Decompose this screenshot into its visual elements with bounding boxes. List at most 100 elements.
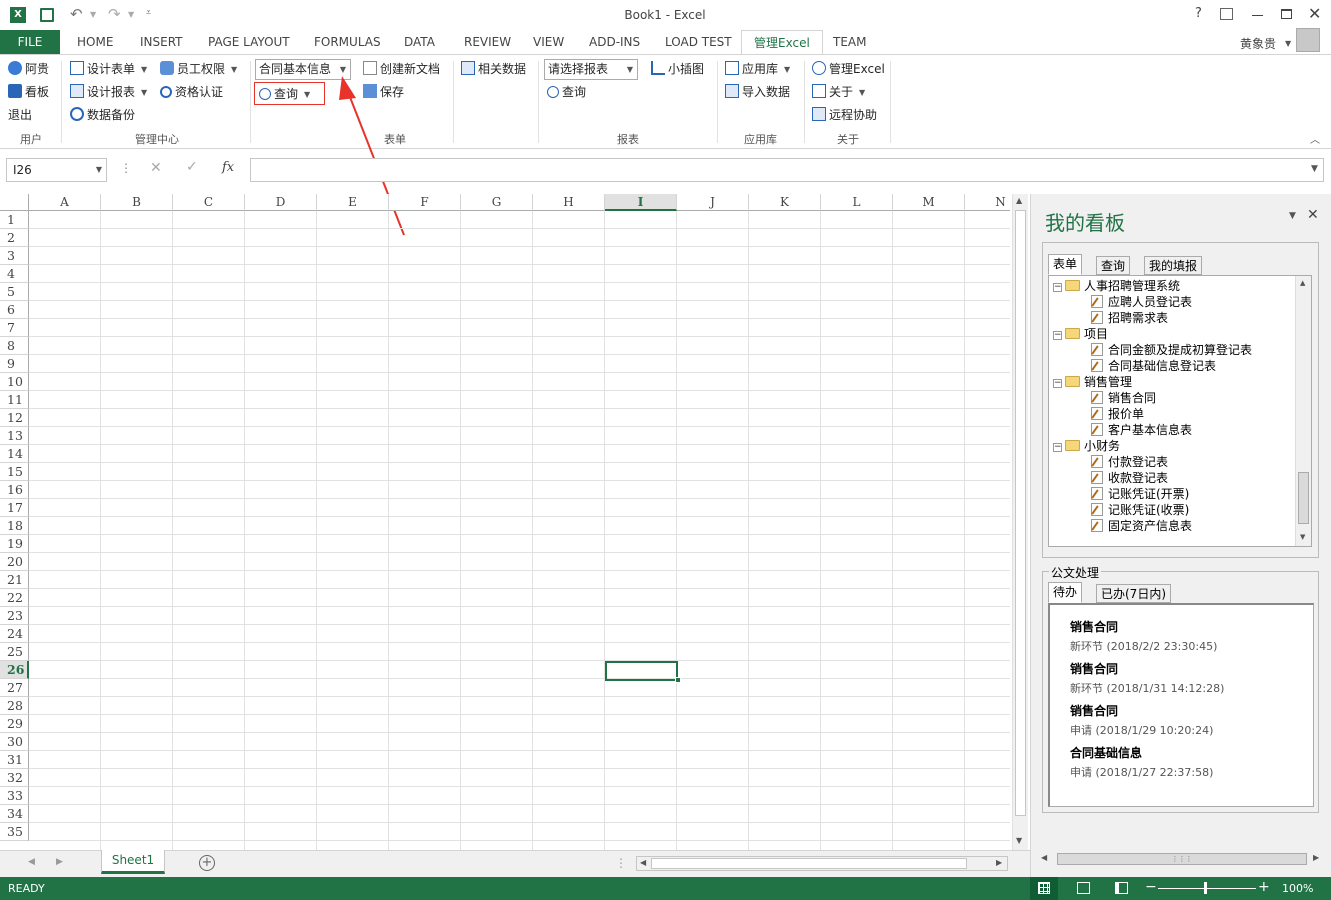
- column-header[interactable]: B: [101, 194, 173, 211]
- row-header[interactable]: 18: [0, 517, 29, 535]
- column-header[interactable]: F: [389, 194, 461, 211]
- row-header[interactable]: 33: [0, 787, 29, 805]
- active-cell[interactable]: [605, 661, 678, 681]
- tree-folder[interactable]: − 项目: [1053, 326, 1108, 342]
- pane-horizontal-scrollbar[interactable]: ◀ ⋮⋮⋮ ▶: [1041, 852, 1323, 866]
- todo-title[interactable]: 合同基础信息: [1070, 744, 1142, 761]
- avatar[interactable]: [1296, 28, 1320, 52]
- row-header[interactable]: 13: [0, 427, 29, 445]
- tab-file[interactable]: FILE: [0, 30, 60, 54]
- column-header[interactable]: J: [677, 194, 749, 211]
- query-button-highlight[interactable]: 查询 ▼: [254, 82, 325, 105]
- tab-insert[interactable]: INSERT: [140, 30, 183, 54]
- save-icon[interactable]: [40, 8, 54, 22]
- customize-toolbar-icon[interactable]: ⩡: [146, 8, 151, 18]
- user-dropdown-icon[interactable]: ▼: [1285, 39, 1291, 48]
- minimize-button[interactable]: [1252, 15, 1263, 16]
- scroll-up-icon[interactable]: ▲: [1300, 279, 1305, 287]
- scroll-down-icon[interactable]: ▼: [1016, 836, 1022, 845]
- tree-item[interactable]: 报价单: [1091, 406, 1144, 422]
- scroll-left-icon[interactable]: ◀: [1041, 853, 1047, 862]
- form-query-button[interactable]: 查询 ▼: [259, 84, 310, 104]
- tab-manage-excel[interactable]: 管理Excel: [741, 30, 823, 55]
- ribbon-display-icon[interactable]: [1220, 8, 1233, 20]
- tree-folder[interactable]: − 小财务: [1053, 438, 1120, 454]
- related-data-button[interactable]: 相关数据: [461, 59, 526, 79]
- about-button[interactable]: 关于 ▼: [812, 82, 865, 102]
- tab-team[interactable]: TEAM: [833, 30, 866, 54]
- page-break-view-icon[interactable]: [1115, 882, 1128, 894]
- column-header[interactable]: L: [821, 194, 893, 211]
- column-header[interactable]: E: [317, 194, 389, 211]
- insert-function-button[interactable]: fx: [222, 160, 234, 175]
- zoom-slider[interactable]: [1158, 888, 1256, 889]
- app-library-button[interactable]: 应用库 ▼: [725, 59, 790, 79]
- row-header[interactable]: 34: [0, 805, 29, 823]
- row-header[interactable]: 25: [0, 643, 29, 661]
- cell-area[interactable]: [29, 211, 1010, 850]
- tree-folder[interactable]: − 销售管理: [1053, 374, 1132, 390]
- redo-icon[interactable]: ↷: [108, 5, 121, 23]
- row-header[interactable]: 24: [0, 625, 29, 643]
- row-header[interactable]: 11: [0, 391, 29, 409]
- maximize-button[interactable]: [1281, 9, 1292, 19]
- column-header[interactable]: I: [605, 194, 677, 211]
- row-header[interactable]: 10: [0, 373, 29, 391]
- tab-home[interactable]: HOME: [77, 30, 113, 54]
- zoom-in-button[interactable]: +: [1258, 879, 1270, 895]
- design-form-button[interactable]: 设计表单 ▼: [70, 59, 147, 79]
- column-header[interactable]: H: [533, 194, 605, 211]
- pane-options-icon[interactable]: ▼: [1289, 211, 1296, 221]
- scroll-thumb[interactable]: [1015, 210, 1026, 816]
- logout-button[interactable]: 退出: [8, 105, 32, 125]
- zoom-slider-thumb[interactable]: [1204, 882, 1207, 894]
- tab-my-submissions[interactable]: 我的填报: [1144, 256, 1203, 275]
- scroll-left-icon[interactable]: ◀: [640, 858, 646, 867]
- scroll-up-icon[interactable]: ▲: [1016, 196, 1022, 205]
- tree-item[interactable]: 招聘需求表: [1091, 310, 1168, 326]
- row-header[interactable]: 16: [0, 481, 29, 499]
- h-scroll-thumb[interactable]: [651, 858, 967, 869]
- zoom-out-button[interactable]: −: [1145, 879, 1157, 895]
- tree-item[interactable]: 收款登记表: [1091, 470, 1168, 486]
- row-header[interactable]: 32: [0, 769, 29, 787]
- row-header[interactable]: 14: [0, 445, 29, 463]
- pane-close-icon[interactable]: ✕: [1307, 207, 1319, 223]
- scroll-right-icon[interactable]: ▶: [996, 858, 1002, 867]
- undo-dropdown-icon[interactable]: ▼: [90, 10, 96, 19]
- row-header[interactable]: 26: [0, 661, 29, 679]
- tree-item[interactable]: 记账凭证(收票): [1091, 502, 1189, 518]
- row-header[interactable]: 30: [0, 733, 29, 751]
- enter-icon[interactable]: ✓: [186, 159, 198, 175]
- next-sheet-icon[interactable]: ▶: [56, 857, 63, 867]
- todo-title[interactable]: 销售合同: [1070, 618, 1118, 635]
- collapse-ribbon-icon[interactable]: ︿: [1310, 131, 1320, 146]
- row-header[interactable]: 15: [0, 463, 29, 481]
- collapse-icon[interactable]: −: [1053, 283, 1062, 292]
- tab-split-grip-icon[interactable]: ⋮: [615, 856, 627, 870]
- row-header[interactable]: 35: [0, 823, 29, 841]
- tree-item[interactable]: 记账凭证(开票): [1091, 486, 1189, 502]
- column-header[interactable]: M: [893, 194, 965, 211]
- vertical-scrollbar[interactable]: ▲ ▼: [1012, 194, 1028, 850]
- tree-scroll-thumb[interactable]: [1298, 472, 1309, 524]
- row-header[interactable]: 27: [0, 679, 29, 697]
- row-header[interactable]: 17: [0, 499, 29, 517]
- tree-folder[interactable]: − 人事招聘管理系统: [1053, 278, 1180, 294]
- row-header[interactable]: 6: [0, 301, 29, 319]
- scroll-down-icon[interactable]: ▼: [1300, 533, 1305, 541]
- row-header[interactable]: 20: [0, 553, 29, 571]
- tab-todo[interactable]: 待办: [1048, 582, 1083, 603]
- row-header[interactable]: 8: [0, 337, 29, 355]
- tree-item[interactable]: 合同金额及提成初算登记表: [1091, 342, 1252, 358]
- row-header[interactable]: 5: [0, 283, 29, 301]
- scroll-right-icon[interactable]: ▶: [1313, 853, 1319, 862]
- row-header[interactable]: 7: [0, 319, 29, 337]
- tree-item[interactable]: 付款登记表: [1091, 454, 1168, 470]
- sheet-tab-sheet1[interactable]: Sheet1: [101, 850, 165, 874]
- report-query-button[interactable]: 查询: [547, 82, 586, 102]
- user-name[interactable]: 黄象贵: [1240, 32, 1276, 56]
- expand-formula-icon[interactable]: ▼: [1311, 164, 1318, 174]
- import-data-button[interactable]: 导入数据: [725, 82, 790, 102]
- close-button[interactable]: ✕: [1308, 4, 1321, 23]
